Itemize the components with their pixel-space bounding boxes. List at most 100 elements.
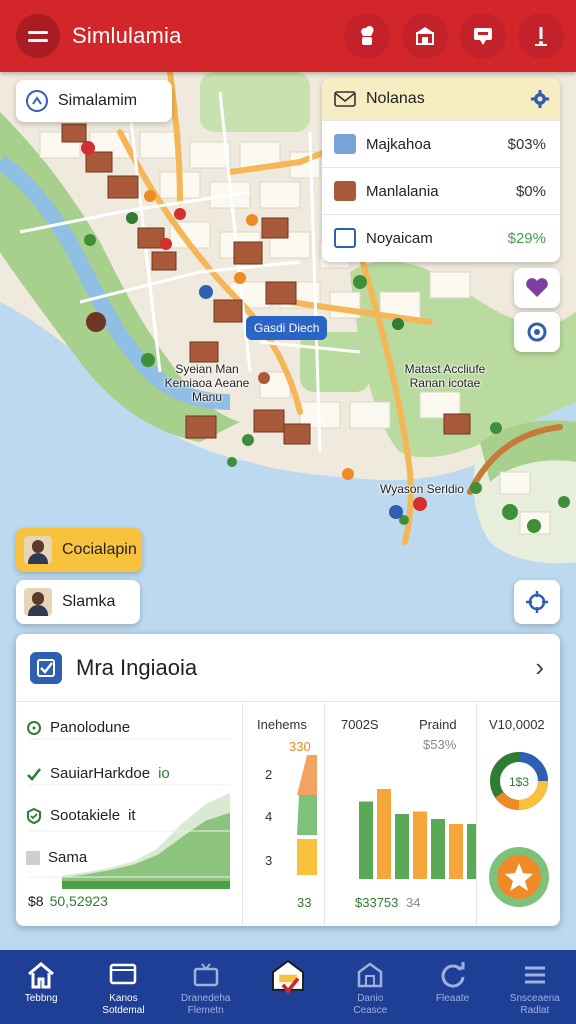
column-footer: $33753 34 (355, 895, 420, 910)
legend-item: Sootakiele it (26, 807, 136, 824)
alert-icon[interactable] (518, 13, 564, 59)
star-badge (489, 847, 549, 907)
column-header: Praind (419, 717, 457, 732)
search-label: Simalamim (58, 92, 138, 109)
column-header: V10,0002 (489, 717, 545, 732)
legend-label: SauiarHarkdoe (50, 765, 151, 782)
avatar (24, 536, 52, 564)
locate-button[interactable] (514, 312, 560, 352)
home-icon (28, 962, 55, 989)
map-place-label: Wyason Serldio (380, 482, 464, 496)
legend-label: Sama (48, 849, 88, 866)
list-item-name: Majkahoa (366, 135, 432, 153)
recenter-button[interactable] (514, 580, 560, 624)
map-place-label: Syeian Man Kemiaoa Aeane Manu (164, 362, 250, 404)
menu-icon[interactable] (16, 14, 60, 58)
target-icon (527, 322, 547, 342)
shield-check-icon (27, 807, 41, 824)
nav-label: Danio Ceasce (353, 993, 388, 1016)
chef-icon[interactable] (344, 13, 390, 59)
summary-header[interactable]: Mra Ingiaoia › (16, 634, 560, 702)
list-item[interactable]: Manlalania $0% (322, 167, 560, 214)
nav-item-badge[interactable] (247, 950, 329, 1024)
place-thumb-icon (334, 228, 356, 248)
tv-icon (193, 963, 218, 987)
nav-item-refresh[interactable]: Fleaate (411, 950, 493, 1024)
gear-icon[interactable] (530, 89, 550, 109)
nav-label: Dranedeha Flemetn (180, 993, 231, 1016)
badge-icon (272, 959, 304, 995)
tick-label: 2 (265, 767, 273, 782)
chat-icon[interactable] (460, 13, 506, 59)
map-pin-label[interactable]: Gasdi Diech (246, 316, 328, 340)
donut-label: 1$3 (509, 775, 529, 789)
bar-chart (359, 789, 477, 879)
search-icon (26, 90, 48, 112)
nav-item-window[interactable]: Kanos Sotdemal (82, 950, 164, 1024)
nav-label: Kanos Sotdemal (102, 993, 145, 1016)
nav-item-tv[interactable]: Dranedeha Flemetn (165, 950, 247, 1024)
tick-label: 4 (265, 809, 273, 824)
bar (377, 789, 391, 879)
places-panel-title: Nolanas (366, 90, 425, 107)
legend-suffix: it (128, 807, 136, 824)
area-chart-section: Panolodune SauiarHarkdoe io Sootakiele i… (16, 703, 242, 926)
building-icon (358, 962, 383, 988)
user-chip[interactable]: Slamka (16, 580, 140, 624)
bar (431, 819, 445, 879)
search-chip[interactable]: Simalamim (16, 80, 172, 122)
favorite-button[interactable] (514, 268, 560, 308)
column-header: Inehems (257, 717, 307, 732)
mini-bar-section: Inehems 330 2 4 3 33 (242, 703, 324, 926)
list-item[interactable]: Majkahoa $03% (322, 120, 560, 167)
list-item[interactable]: Noyaicam $29% (322, 214, 560, 261)
stacked-bar (297, 755, 317, 875)
nav-item-home[interactable]: Tebbng (0, 950, 82, 1024)
avatar (24, 588, 52, 616)
bar (395, 814, 409, 879)
column-footer: 33 (297, 895, 312, 910)
list-item-name: Noyaicam (366, 229, 433, 247)
legend-label: Sootakiele (50, 807, 121, 824)
column-header: 7002S (341, 717, 379, 732)
chevron-right-icon[interactable]: › (535, 652, 544, 683)
legend-suffix: io (158, 765, 170, 782)
mail-icon (334, 91, 356, 107)
places-panel-header[interactable]: Nolanas (322, 78, 560, 120)
bar-footer-value: $33753 (355, 895, 399, 910)
list-item-value: $03% (507, 135, 546, 153)
summary-panel: Mra Ingiaoia › Panolodune SauiarHarkdoe … (16, 634, 560, 926)
user-chip[interactable]: Cocialapin (16, 528, 142, 572)
list-item-name: Manlalania (366, 182, 439, 200)
heart-icon (526, 278, 548, 297)
bar (359, 801, 373, 879)
edit-check-icon (30, 651, 62, 684)
list-item-value: $29% (507, 229, 546, 247)
shop-icon[interactable] (402, 13, 448, 59)
refresh-icon (441, 962, 465, 988)
legend-item: Sama (26, 849, 87, 866)
check-icon (27, 767, 42, 781)
bottom-nav: Tebbng Kanos Sotdemal Dranedeha Flemetn … (0, 950, 576, 1024)
nav-label: Fleaate (435, 993, 470, 1004)
area-baseline (62, 881, 230, 889)
tick-label: 3 (265, 853, 273, 868)
app-header: Simlulamia (0, 0, 576, 72)
list-icon (524, 966, 545, 984)
total-amount: $8 50,52923 (28, 893, 108, 909)
total-prefix: $8 (28, 893, 44, 909)
nav-item-list[interactable]: Snsceaena Radlat (494, 950, 576, 1024)
legend-label: Panolodune (50, 719, 131, 736)
place-thumb-icon (334, 134, 356, 154)
nav-item-building[interactable]: Danio Ceasce (329, 950, 411, 1024)
window-icon (110, 963, 137, 985)
user-chip-name: Slamka (62, 593, 116, 610)
total-value: 50,52923 (49, 893, 108, 909)
donut-section: V10,0002 1$3 (476, 703, 560, 926)
places-panel: Nolanas Majkahoa $03% Manlalania $0% Noy… (322, 78, 560, 262)
summary-title: Mra Ingiaoia (76, 654, 198, 680)
app-title: Simlulamia (72, 23, 182, 48)
nav-label: Tebbng (24, 993, 58, 1004)
bar-chart-section: 7002S Praind $53% $33753 34 (324, 703, 477, 926)
progress-donut: 1$3 (490, 752, 548, 810)
